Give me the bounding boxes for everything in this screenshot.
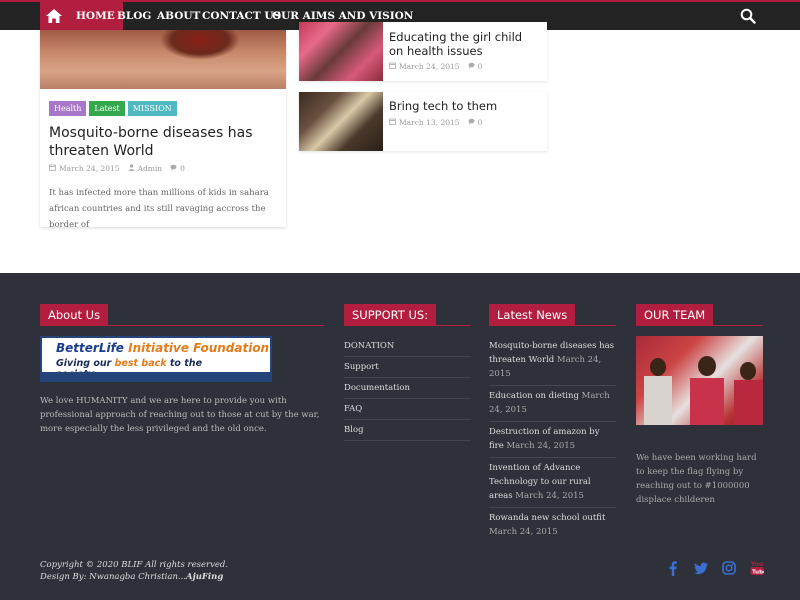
- post-date[interactable]: March 13, 2015: [399, 118, 460, 127]
- our-team-heading: OUR TEAM: [636, 304, 714, 326]
- latest-news-heading: Latest News: [489, 304, 576, 326]
- comment-icon: [468, 118, 475, 127]
- youtube-icon[interactable]: You Tube: [750, 560, 764, 576]
- tag-health[interactable]: Health: [49, 101, 87, 116]
- svg-text:You: You: [750, 561, 763, 568]
- comment-icon: [170, 164, 177, 173]
- support-link-documentation[interactable]: Documentation: [344, 378, 471, 399]
- side-post-thumbnail[interactable]: [299, 22, 383, 81]
- divider: [40, 325, 324, 326]
- post-author[interactable]: Admin: [138, 164, 163, 173]
- designer-link[interactable]: AjuFing: [186, 572, 223, 582]
- tag-latest[interactable]: Latest: [89, 101, 125, 116]
- divider: [489, 325, 616, 326]
- instagram-icon[interactable]: [722, 560, 736, 576]
- calendar-icon: [389, 118, 396, 127]
- featured-post-image[interactable]: [40, 30, 286, 89]
- our-team-text: We have been working hard to keep the fl…: [636, 453, 757, 505]
- post-comments-count[interactable]: 0: [180, 164, 185, 173]
- search-icon[interactable]: [740, 8, 756, 24]
- calendar-icon: [389, 62, 396, 71]
- side-post-title[interactable]: Educating the girl child on health issue…: [389, 30, 539, 58]
- side-post-title[interactable]: Bring tech to them: [389, 99, 539, 113]
- calendar-icon: [49, 164, 56, 173]
- news-item[interactable]: Mosquito-borne diseases has threaten Wor…: [489, 336, 616, 386]
- featured-post-card[interactable]: Health Latest MISSION Mosquito-borne dis…: [40, 30, 286, 230]
- side-post-card[interactable]: Bring tech to them March 13, 2015 0: [299, 92, 547, 151]
- featured-post-excerpt: It has infected more than millions of ki…: [49, 188, 269, 230]
- divider: [636, 325, 763, 326]
- support-link-faq[interactable]: FAQ: [344, 399, 471, 420]
- featured-post-title[interactable]: Mosquito-borne diseases has threaten Wor…: [49, 124, 269, 160]
- support-link-blog[interactable]: Blog: [344, 420, 471, 441]
- twitter-icon[interactable]: [694, 560, 708, 576]
- support-link-donation[interactable]: DONATION: [344, 336, 471, 357]
- side-post-meta: March 24, 2015 0: [389, 62, 482, 71]
- post-date[interactable]: March 24, 2015: [399, 62, 460, 71]
- side-post-meta: March 13, 2015 0: [389, 118, 482, 127]
- news-item[interactable]: Rowanda new school outfit March 24, 2015: [489, 508, 616, 543]
- divider: [344, 325, 471, 326]
- side-post-thumbnail[interactable]: [299, 92, 383, 151]
- post-date[interactable]: March 24, 2015: [59, 164, 120, 173]
- foundation-logo[interactable]: BetterLife Initiative Foundation Giving …: [40, 336, 272, 382]
- comment-icon: [468, 62, 475, 71]
- tag-mission[interactable]: MISSION: [127, 101, 177, 116]
- featured-post-meta: March 24, 2015 Admin 0: [49, 164, 185, 173]
- social-links: You Tube: [666, 560, 764, 576]
- user-icon: [128, 164, 135, 173]
- home-icon[interactable]: [40, 2, 68, 30]
- about-us-heading: About Us: [40, 304, 109, 326]
- support-links-list: DONATION Support Documentation FAQ Blog: [344, 336, 471, 441]
- news-item[interactable]: Destruction of amazon by fire March 24, …: [489, 422, 616, 458]
- support-us-heading: SUPPORT US:: [344, 304, 437, 326]
- post-comments-count[interactable]: 0: [478, 62, 483, 71]
- team-photo[interactable]: [636, 336, 763, 425]
- latest-news-list: Mosquito-borne diseases has threaten Wor…: [489, 336, 616, 543]
- copyright-text: Copyright © 2020 BLIF All rights reserve…: [40, 560, 229, 582]
- news-item[interactable]: Invention of Advance Technology to our r…: [489, 458, 616, 508]
- news-item[interactable]: Education on dieting March 24, 2015: [489, 386, 616, 422]
- svg-text:Tube: Tube: [752, 570, 764, 576]
- post-comments-count[interactable]: 0: [478, 118, 483, 127]
- about-us-text: We love HUMANITY and we are here to prov…: [40, 396, 320, 434]
- side-post-card[interactable]: Educating the girl child on health issue…: [299, 22, 547, 81]
- support-link-support[interactable]: Support: [344, 357, 471, 378]
- facebook-icon[interactable]: [666, 560, 680, 576]
- post-tags: Health Latest MISSION: [49, 101, 177, 116]
- site-footer: About Us BetterLife Initiative Foundatio…: [0, 273, 800, 600]
